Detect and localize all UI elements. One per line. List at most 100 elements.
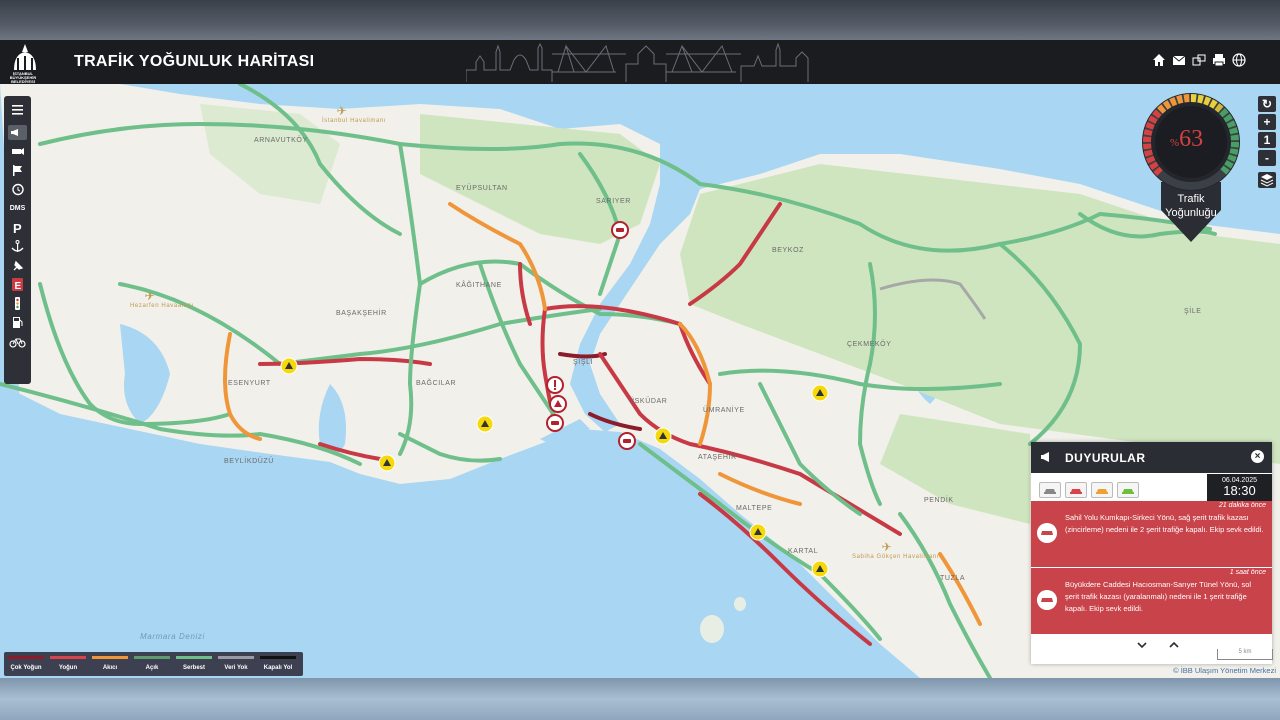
accident-pin-icon[interactable] [546, 414, 564, 434]
close-button[interactable]: × [1251, 450, 1264, 463]
filter-gray-car-icon[interactable] [1039, 482, 1061, 498]
roadwork-pin-icon[interactable] [811, 384, 829, 402]
roadwork-pin-icon[interactable] [654, 427, 672, 445]
flag-icon[interactable] [8, 163, 27, 178]
legend-label: Açık [145, 665, 159, 671]
dms-button[interactable]: DMS [8, 201, 27, 216]
announcement-icon[interactable] [8, 125, 27, 140]
gauge-segment [1220, 165, 1230, 175]
place-label-sile: ŞİLE [1184, 308, 1202, 315]
mail-icon[interactable] [1172, 53, 1186, 67]
home-icon[interactable] [1152, 53, 1166, 67]
filter-green-car-icon[interactable] [1117, 482, 1139, 498]
gauge-segment [1219, 108, 1229, 118]
roadwork-pin-icon[interactable] [280, 357, 298, 375]
time: 18:30 [1223, 483, 1256, 498]
svg-text:E: E [15, 281, 22, 292]
accident-pin-icon[interactable] [611, 221, 629, 241]
announcement-item[interactable]: 21 dakika önce Sahil Yolu Kumkapı-Sirkec… [1031, 501, 1272, 567]
place-label-kartal: KARTAL [788, 548, 819, 555]
filter-red-car-icon[interactable] [1065, 482, 1087, 498]
roadwork-pin-icon[interactable] [476, 415, 494, 433]
legend-label: Çok Yoğun [10, 665, 42, 671]
announcement-text: Büyükdere Caddesi Hacıosman-Sarıyer Tüne… [1065, 580, 1252, 613]
place-label-tuzla: TUZLA [940, 575, 966, 582]
chevron-down-icon[interactable] [1137, 641, 1147, 652]
parking-icon[interactable]: P [8, 220, 27, 235]
roadwork-pin-icon[interactable] [811, 560, 829, 578]
legend-item: Akıcı [90, 656, 130, 671]
print-icon[interactable] [1212, 53, 1226, 67]
gauge-segment [1223, 113, 1233, 123]
gauge-segment [1162, 100, 1172, 110]
place-label-bagcilar: BAĞCILAR [416, 380, 457, 387]
gauge-segment [1176, 94, 1184, 104]
accident-icon [1037, 590, 1057, 610]
layers-button[interactable] [1258, 172, 1276, 188]
windows-icon[interactable] [1192, 53, 1206, 67]
place-label-beykoz: BEYKOZ [772, 247, 804, 254]
e-icon[interactable]: E [8, 277, 27, 292]
zoom-in-button[interactable]: + [1258, 114, 1276, 130]
announcements-title: DUYURULAR [1065, 451, 1146, 465]
chevron-up-icon[interactable] [1169, 641, 1179, 652]
legend-label: Yoğun [58, 665, 78, 671]
legend-item: Açık [132, 656, 172, 671]
gauge-segment [1145, 155, 1156, 164]
place-label-sariyer: SARIYER [596, 198, 631, 205]
zoom-out-button[interactable]: - [1258, 150, 1276, 166]
zoom-reset-button[interactable]: 1 [1258, 132, 1276, 148]
gauge-label: Trafik Yoğunluğu [1165, 193, 1217, 219]
camera-icon[interactable] [8, 144, 27, 159]
bicycle-icon[interactable] [8, 334, 27, 349]
legend-swatch [8, 656, 44, 659]
logo-text: İSTANBUL BÜYÜKŞEHİR BELEDİYESİ [9, 71, 37, 84]
place-label-kagithane: KÂĞITHANE [456, 282, 502, 289]
announcements-panel: DUYURULAR × 06.04.2025 18:30 21 dakika ö… [1031, 442, 1272, 664]
place-label-basaksehir: BAŞAKŞEHİR [336, 310, 387, 317]
history-icon[interactable] [8, 182, 27, 197]
gauge-segment [1152, 109, 1162, 119]
app-header: İSTANBUL BÜYÜKŞEHİR BELEDİYESİ TRAFİK YO… [0, 40, 1280, 84]
filter-orange-car-icon[interactable] [1091, 482, 1113, 498]
roadwork-red-pin-icon[interactable] [549, 395, 567, 415]
refresh-button[interactable]: ↻ [1258, 96, 1276, 112]
legend-swatch [50, 656, 86, 659]
warning-pin-icon[interactable] [546, 376, 564, 396]
anchor-icon[interactable] [8, 239, 27, 254]
legend-swatch [176, 656, 212, 659]
gauge-segment [1143, 149, 1153, 157]
legend-swatch [92, 656, 128, 659]
legend-item: Kapalı Yol [258, 656, 298, 671]
roadwork-pin-icon[interactable] [378, 454, 396, 472]
gauge-segment [1226, 120, 1237, 129]
legend-label: Veri Yok [224, 665, 248, 671]
traffic-light-icon[interactable] [8, 296, 27, 311]
gauge-segment [1197, 94, 1205, 104]
accident-pin-icon[interactable] [618, 432, 636, 452]
legend-item: Veri Yok [216, 656, 256, 671]
pin-icon[interactable] [8, 258, 27, 273]
gauge-segment [1143, 128, 1153, 136]
legend-item: Yoğun [48, 656, 88, 671]
airport-label-sabiha: ✈ Sabiha Gökçen Havalimanı [852, 540, 940, 560]
gauge-segment [1230, 134, 1239, 141]
announcement-text: Sahil Yolu Kumkapı-Sirkeci Yönü, sağ şer… [1065, 513, 1264, 534]
legend-label: Akıcı [102, 665, 118, 671]
gauge-segment [1229, 127, 1239, 135]
roadwork-pin-icon[interactable] [749, 523, 767, 541]
legend-label: Kapalı Yol [263, 665, 293, 671]
taskbar-blur [0, 678, 1280, 720]
globe-icon[interactable] [1232, 53, 1246, 67]
copyright[interactable]: © İBB Ulaşım Yönetim Merkezi [1173, 666, 1276, 675]
layers-icon [1260, 174, 1274, 187]
gauge-segment [1229, 148, 1239, 156]
datetime-box: 06.04.2025 18:30 [1207, 474, 1272, 501]
fuel-icon[interactable] [8, 315, 27, 330]
legend-swatch [218, 656, 254, 659]
menu-icon[interactable] [8, 102, 27, 117]
gauge-segment [1209, 99, 1218, 109]
gauge-segment [1214, 103, 1224, 113]
gauge-segment [1203, 96, 1212, 106]
announcement-item[interactable]: 1 saat önce Büyükdere Caddesi Hacıosman-… [1031, 568, 1272, 634]
